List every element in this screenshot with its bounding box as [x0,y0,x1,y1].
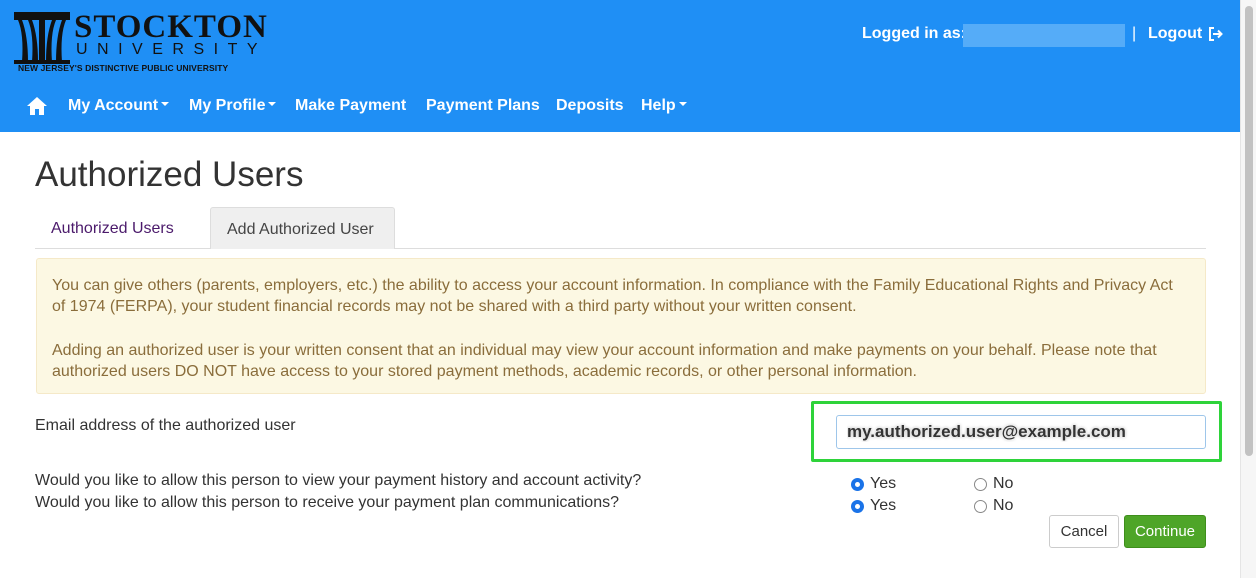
q2-yes-radio[interactable] [851,499,864,513]
logout-link[interactable]: Logout [1148,25,1224,43]
cancel-button[interactable]: Cancel [1049,515,1119,548]
vertical-scrollbar[interactable] [1240,0,1256,578]
header-separator: | [1132,25,1137,42]
brand-sub: UNIVERSITY [76,41,268,58]
email-input[interactable] [836,415,1206,449]
q1-no-radio[interactable] [974,477,987,491]
question-payment-history: Would you like to allow this person to v… [35,472,642,489]
nav-my-profile[interactable]: My Profile [189,97,277,115]
q1-yes-option[interactable]: Yes [851,475,896,493]
logout-icon [1209,27,1224,41]
notice-paragraph-2: Adding an authorized user is your writte… [52,342,1157,380]
top-header: STOCKTON UNIVERSITY NEW JERSEY'S DISTINC… [0,0,1240,132]
tab-authorized-users[interactable]: Authorized Users [35,207,190,249]
scrollbar-thumb[interactable] [1245,6,1253,456]
home-icon[interactable] [26,95,48,117]
logged-in-label: Logged in as: [862,25,966,42]
q1-yes-radio[interactable] [851,477,864,491]
nav-help[interactable]: Help [641,97,687,115]
tab-add-authorized-user[interactable]: Add Authorized User [210,207,395,249]
nav-payment-plans[interactable]: Payment Plans [426,97,540,115]
ferpa-notice: You can give others (parents, employers,… [36,258,1206,394]
q2-no-radio[interactable] [974,499,987,513]
brand-tagline: NEW JERSEY'S DISTINCTIVE PUBLIC UNIVERSI… [18,63,229,73]
chevron-down-icon [268,101,277,106]
q2-yes-option[interactable]: Yes [851,497,896,515]
stockton-logo[interactable]: STOCKTON UNIVERSITY NEW JERSEY'S DISTINC… [12,10,267,74]
nav-my-account[interactable]: My Account [68,97,170,115]
q1-no-option[interactable]: No [974,475,1013,493]
brand-name: STOCKTON [74,9,268,45]
username-redacted [963,24,1125,47]
nav-deposits[interactable]: Deposits [556,97,624,115]
continue-button[interactable]: Continue [1124,515,1206,548]
page-title: Authorized Users [35,155,304,194]
stockton-tree-logo-icon [14,12,70,64]
chevron-down-icon [678,101,687,106]
notice-paragraph-1: You can give others (parents, employers,… [52,277,1173,315]
email-label: Email address of the authorized user [35,417,296,434]
tab-bar: Authorized Users Add Authorized User [35,207,1206,249]
logout-label: Logout [1148,25,1203,42]
nav-make-payment[interactable]: Make Payment [295,97,406,115]
question-payment-plan-communications: Would you like to allow this person to r… [35,494,619,511]
q2-no-option[interactable]: No [974,497,1013,515]
chevron-down-icon [161,101,170,106]
